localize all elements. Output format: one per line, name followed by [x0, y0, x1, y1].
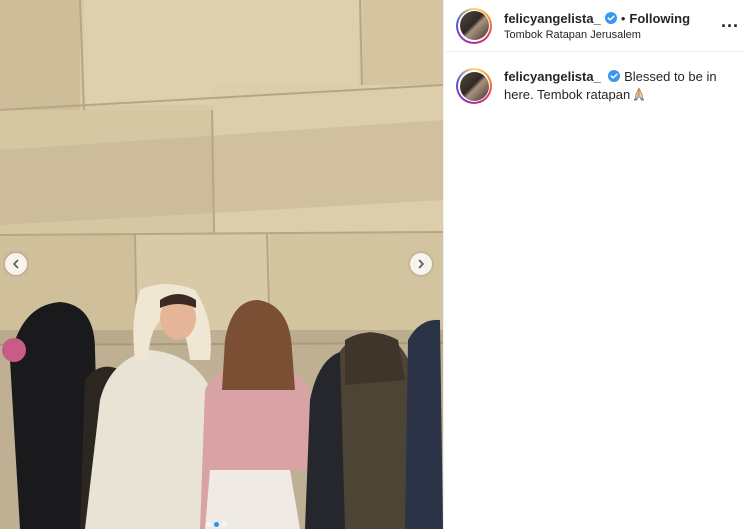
previous-slide-button[interactable]: [5, 253, 27, 275]
next-slide-button[interactable]: [410, 253, 432, 275]
username-link[interactable]: felicyangelista_: [504, 11, 601, 26]
wailing-wall-image: [0, 0, 443, 529]
avatar[interactable]: [456, 7, 492, 44]
post-photo[interactable]: [0, 0, 443, 529]
carousel-dot: [222, 522, 227, 527]
praying-hands-icon: [632, 87, 646, 106]
caption: felicyangelista_ Blessed to be in here. …: [504, 68, 733, 106]
avatar-image: [459, 71, 489, 101]
chevron-left-icon: [13, 259, 19, 269]
location-link[interactable]: Tombok Ratapan Jerusalem: [504, 29, 690, 41]
avatar-image: [459, 11, 489, 40]
more-options-icon[interactable]: ...: [721, 12, 739, 30]
post-side-panel: felicyangelista_ • Following Tombok Rata…: [443, 0, 745, 529]
post-header: felicyangelista_ • Following Tombok Rata…: [444, 0, 745, 52]
following-button[interactable]: Following: [629, 11, 690, 26]
caption-username-link[interactable]: felicyangelista_: [504, 69, 601, 84]
separator-dot: •: [620, 10, 626, 26]
verified-badge-icon: [608, 70, 621, 82]
chevron-right-icon: [418, 259, 424, 269]
caption-row: felicyangelista_ Blessed to be in here. …: [444, 52, 745, 122]
carousel-indicator: [206, 522, 227, 527]
caption-avatar[interactable]: [456, 68, 492, 104]
carousel-dot: [206, 522, 211, 527]
carousel-dot-active: [214, 522, 219, 527]
verified-badge-icon: [604, 12, 617, 24]
